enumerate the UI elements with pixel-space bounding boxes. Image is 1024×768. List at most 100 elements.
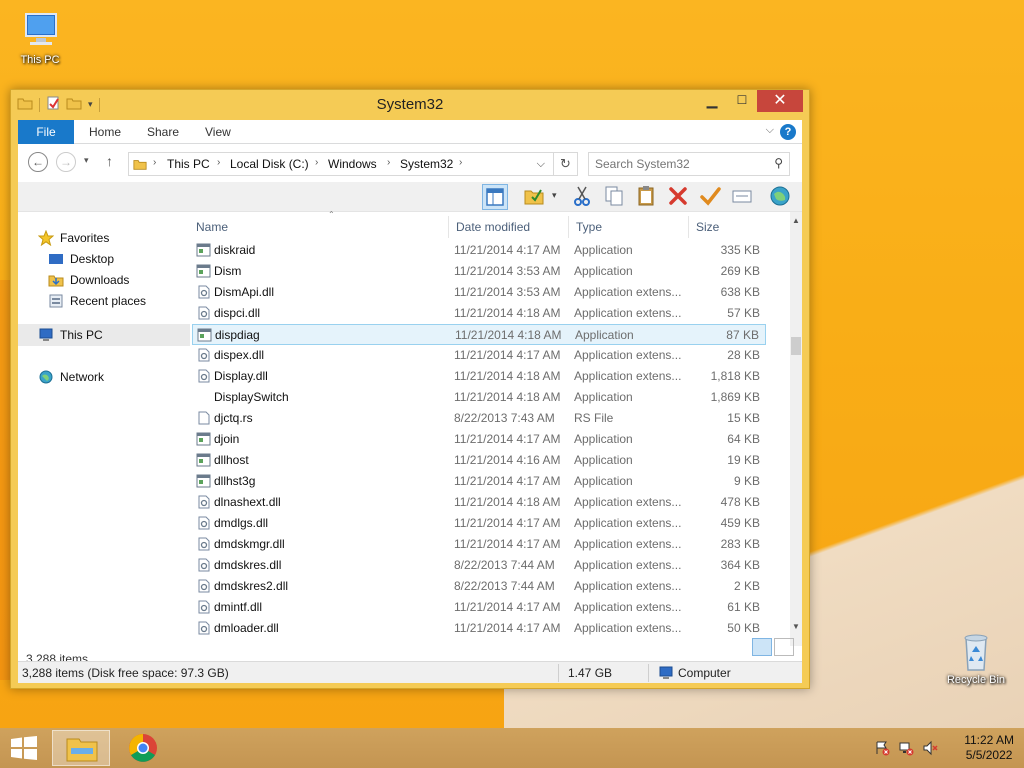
cut-button[interactable] — [570, 184, 596, 210]
taskbar-file-explorer[interactable] — [52, 730, 110, 766]
breadcrumb-local-disk[interactable]: Local Disk (C:) — [230, 157, 309, 171]
recent-locations-icon[interactable]: ▾ — [84, 155, 89, 166]
file-date-modified: 11/21/2014 4:17 AM — [454, 537, 561, 551]
title-bar[interactable]: ▾ System32 ▁ ☐ ✕ — [11, 90, 809, 120]
back-button[interactable]: ← — [28, 152, 48, 172]
column-divider[interactable] — [688, 216, 689, 238]
desktop-icon-recycle-bin[interactable]: Recycle Bin — [940, 630, 1012, 686]
table-row[interactable]: dmdskres2.dll 8/22/2013 7:44 AM Applicatio… — [192, 576, 766, 597]
breadcrumb-separator[interactable]: › — [387, 157, 390, 168]
table-row[interactable]: Display.dll 11/21/2014 4:18 AM Application… — [192, 366, 766, 387]
table-row-selected[interactable]: dispdiag 11/21/2014 4:18 AM Application 87 … — [192, 324, 766, 345]
search-icon[interactable]: ⚲ — [774, 156, 783, 170]
taskbar: 11:22 AM 5/5/2022 — [0, 728, 1024, 768]
desktop-icon-this-pc[interactable]: This PC — [4, 10, 76, 66]
window-body: File Home Share View ⌵ ? ← → ▾ ↑ › This … — [18, 120, 802, 683]
tab-share[interactable]: Share — [147, 120, 179, 144]
desktop-icon — [48, 251, 64, 267]
table-row[interactable]: dmdskmgr.dll 11/21/2014 4:17 AM Applicatio… — [192, 534, 766, 555]
file-date-modified: 8/22/2013 7:44 AM — [454, 558, 555, 572]
table-row[interactable]: dispex.dll 11/21/2014 4:17 AM Application … — [192, 345, 766, 366]
application-icon — [196, 474, 211, 488]
column-header-size[interactable]: Size — [696, 216, 719, 238]
breadcrumb-separator[interactable]: › — [459, 157, 462, 168]
folder-options-button[interactable] — [522, 184, 548, 210]
rename-button[interactable] — [698, 184, 724, 210]
file-type: Application extens... — [574, 495, 682, 509]
network-status-icon[interactable] — [898, 740, 914, 756]
divider — [558, 664, 559, 682]
nav-item-this-pc[interactable]: This PC — [38, 325, 103, 345]
table-row[interactable]: dllhost 11/21/2014 4:16 AM Application 19 K… — [192, 450, 766, 471]
column-header-date-modified[interactable]: Date modified — [456, 216, 530, 238]
breadcrumb-windows[interactable]: Windows — [328, 157, 377, 171]
table-row[interactable]: dmloader.dll 11/21/2014 4:17 AM Applicatio… — [192, 618, 766, 639]
breadcrumb-separator[interactable]: › — [217, 157, 220, 168]
help-icon[interactable]: ? — [780, 124, 796, 140]
file-date-modified: 11/21/2014 4:17 AM — [454, 348, 561, 362]
table-row[interactable]: diskraid 11/21/2014 4:17 AM Application 335… — [192, 240, 766, 261]
dll-file-icon — [196, 369, 211, 383]
close-button[interactable]: ✕ — [757, 90, 803, 112]
table-row[interactable]: Dism 11/21/2014 3:53 AM Application 269 KB — [192, 261, 766, 282]
scroll-up-icon[interactable]: ▲ — [790, 214, 802, 228]
large-icons-view-icon[interactable] — [774, 638, 794, 656]
column-header-name[interactable]: Name — [196, 216, 228, 238]
vertical-scrollbar[interactable]: ▲ ▼ — [790, 212, 802, 646]
file-date-modified: 11/21/2014 4:18 AM — [454, 495, 561, 509]
breadcrumb-separator[interactable]: › — [315, 157, 318, 168]
copy-button[interactable] — [602, 184, 628, 210]
action-center-icon[interactable] — [874, 740, 890, 756]
table-row[interactable]: djctq.rs 8/22/2013 7:43 AM RS File 15 KB — [192, 408, 766, 429]
preview-pane-button[interactable] — [482, 184, 508, 210]
column-divider[interactable] — [568, 216, 569, 238]
delete-button[interactable] — [666, 184, 692, 210]
file-type: Application extens... — [574, 600, 682, 614]
nav-item-network[interactable]: Network — [38, 367, 104, 387]
breadcrumb-separator[interactable]: › — [153, 157, 156, 168]
globe-icon[interactable] — [768, 184, 794, 210]
volume-muted-icon[interactable] — [922, 740, 938, 756]
table-row[interactable]: dmdskres.dll 8/22/2013 7:44 AM Application… — [192, 555, 766, 576]
expand-ribbon-icon[interactable]: ⌵ — [766, 124, 774, 137]
table-row[interactable]: dllhst3g 11/21/2014 4:17 AM Application 9 K… — [192, 471, 766, 492]
maximize-button[interactable]: ☐ — [727, 90, 757, 112]
nav-item-recent-places[interactable]: Recent places — [48, 291, 146, 311]
address-bar[interactable]: › This PC › Local Disk (C:) › Windows › … — [128, 152, 578, 176]
table-row[interactable]: DisplaySwitch 11/21/2014 4:18 AM Applicati… — [192, 387, 766, 408]
table-row[interactable]: dmintf.dll 11/21/2014 4:17 AM Application … — [192, 597, 766, 618]
system-clock[interactable]: 11:22 AM 5/5/2022 — [964, 733, 1014, 763]
file-size: 335 KB — [720, 243, 760, 257]
chevron-down-icon[interactable]: ▾ — [552, 190, 557, 201]
details-view-icon[interactable] — [752, 638, 772, 656]
nav-item-desktop[interactable]: Desktop — [48, 249, 114, 269]
column-divider[interactable] — [448, 216, 449, 238]
search-input[interactable] — [595, 154, 765, 174]
refresh-icon[interactable]: ↻ — [553, 153, 577, 175]
paste-button[interactable] — [634, 184, 660, 210]
tab-home[interactable]: Home — [89, 120, 121, 144]
table-row[interactable]: djoin 11/21/2014 4:17 AM Application 64 KB — [192, 429, 766, 450]
file-name: dmdskres.dll — [214, 558, 282, 572]
nav-item-favorites[interactable]: Favorites — [37, 228, 109, 248]
nav-item-downloads[interactable]: Downloads — [48, 270, 129, 290]
breadcrumb-system32[interactable]: System32 — [400, 157, 453, 171]
table-row[interactable]: dlnashext.dll 11/21/2014 4:18 AM Applicati… — [192, 492, 766, 513]
table-row[interactable]: dispci.dll 11/21/2014 4:18 AM Application … — [192, 303, 766, 324]
minimize-button[interactable]: ▁ — [697, 90, 727, 112]
table-row[interactable]: dmdlgs.dll 11/21/2014 4:17 AM Application … — [192, 513, 766, 534]
up-button[interactable]: ↑ — [106, 153, 113, 169]
scroll-down-icon[interactable]: ▼ — [790, 620, 802, 634]
scrollbar-thumb[interactable] — [791, 337, 801, 355]
tab-file[interactable]: File — [18, 120, 74, 144]
column-header-type[interactable]: Type — [576, 216, 602, 238]
sort-indicator-icon: ⌃ — [328, 210, 335, 219]
chevron-down-icon[interactable]: ⌵ — [537, 158, 545, 171]
start-button[interactable] — [10, 736, 38, 760]
tab-view[interactable]: View — [205, 120, 231, 144]
breadcrumb-this-pc[interactable]: This PC — [167, 157, 210, 171]
taskbar-chrome[interactable] — [114, 730, 172, 766]
properties-button[interactable] — [730, 184, 756, 210]
forward-button[interactable]: → — [56, 152, 76, 172]
table-row[interactable]: DismApi.dll 11/21/2014 3:53 AM Application… — [192, 282, 766, 303]
